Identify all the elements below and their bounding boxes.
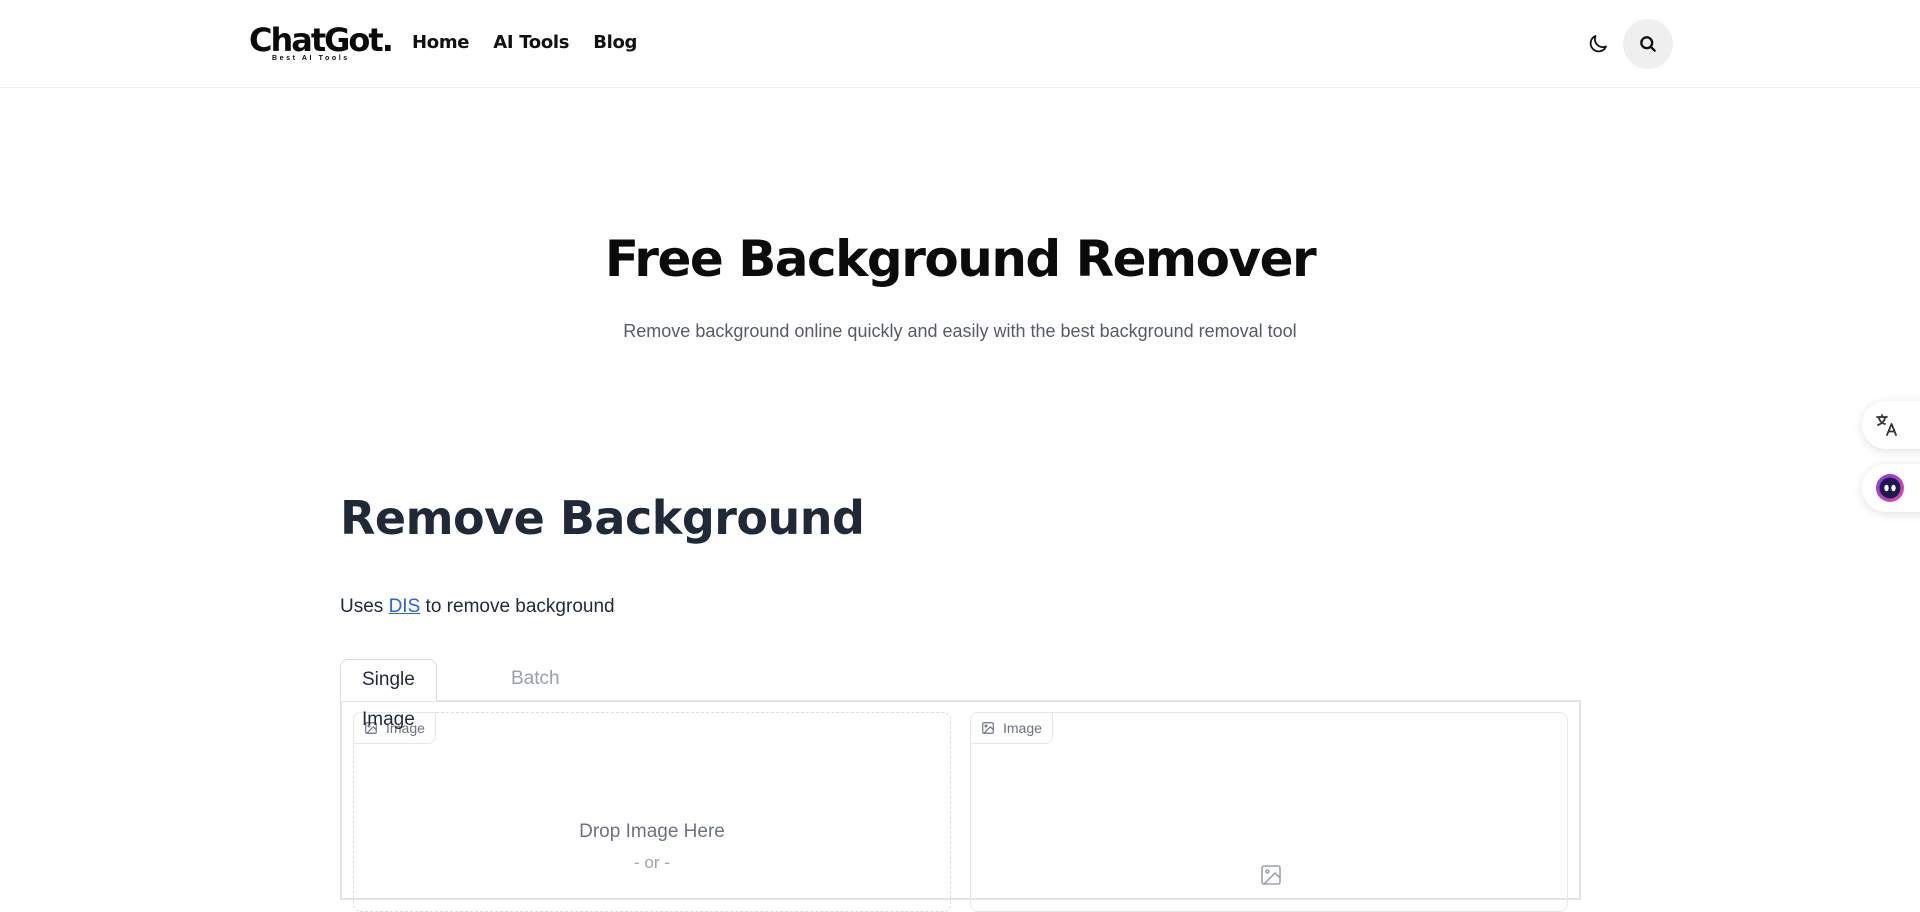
image-placeholder-icon	[1261, 865, 1281, 885]
search-button[interactable]	[1623, 19, 1673, 69]
app-heading: Remove Background	[340, 491, 865, 545]
dis-link[interactable]: DIS	[389, 596, 421, 617]
or-separator: - or -	[634, 853, 670, 872]
page-title: Free Background Remover	[604, 230, 1317, 288]
output-image-label: Image	[970, 712, 1053, 744]
drop-image-text: Drop Image Here	[579, 821, 725, 842]
search-icon	[1640, 36, 1656, 52]
main-nav: Home AI Tools Blog	[412, 30, 637, 56]
page-subtitle: Remove background online quickly and eas…	[623, 321, 1297, 341]
image-icon	[982, 722, 994, 734]
nav-home-link[interactable]: Home	[412, 30, 470, 56]
app-description: Uses DIS to remove background	[340, 594, 615, 620]
assistant-widget-button[interactable]	[1862, 464, 1920, 512]
site-header: ChatGot. Best AI Tools Home AI Tools Blo…	[0, 0, 1920, 88]
translate-widget-button[interactable]	[1862, 401, 1920, 449]
nav-blog-link[interactable]: Blog	[593, 30, 637, 56]
logo-tagline: Best AI Tools	[272, 55, 350, 62]
image-output-box: Image	[970, 712, 1568, 912]
translate-icon	[1876, 414, 1897, 436]
image-upload-dropzone[interactable]: Image Drop Image Here - or -	[353, 712, 951, 912]
nav-ai-tools-link[interactable]: AI Tools	[493, 30, 569, 56]
logo[interactable]: ChatGot. Best AI Tools	[249, 22, 394, 66]
app-description-suffix: to remove background	[420, 596, 615, 617]
tab-batch[interactable]: Batch	[490, 659, 581, 701]
assistant-bot-icon	[1876, 474, 1904, 502]
moon-icon	[1589, 35, 1607, 53]
theme-toggle-button[interactable]	[1584, 30, 1612, 58]
tab-single-image[interactable]: Single Image	[340, 659, 437, 730]
app-description-prefix: Uses	[340, 596, 389, 617]
logo-wordmark: ChatGot.	[249, 21, 394, 59]
output-image-label-text: Image	[1003, 720, 1042, 736]
tab-panel: Image Drop Image Here - or - Image	[340, 700, 1581, 912]
